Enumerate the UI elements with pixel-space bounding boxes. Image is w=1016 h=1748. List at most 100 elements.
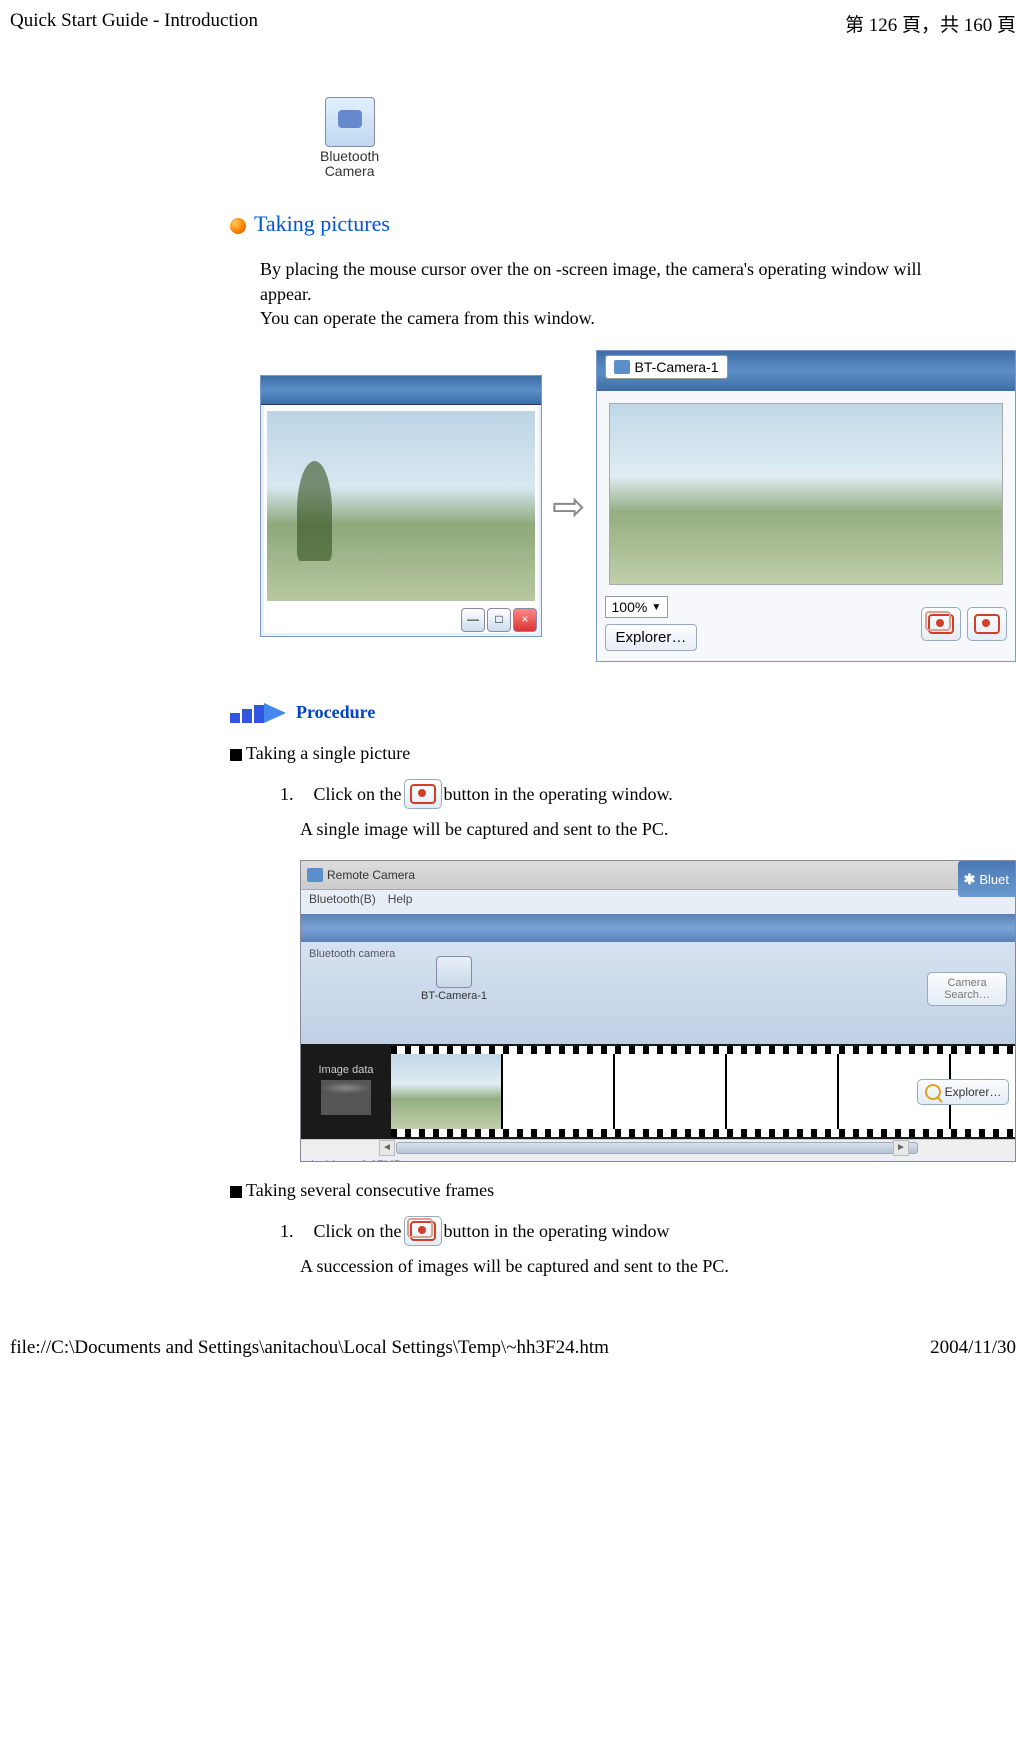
zoom-dropdown[interactable]: 100% ▼ <box>605 596 669 618</box>
footer-date: 2004/11/30 <box>930 1337 1016 1359</box>
multi-shot-button[interactable] <box>921 607 961 641</box>
chevron-down-icon: ▼ <box>651 602 661 613</box>
desktop-icon-block: Bluetooth Camera <box>320 97 1016 181</box>
procedure-title: Procedure <box>296 702 375 722</box>
camera-search-button[interactable]: Camera Search… <box>927 972 1007 1006</box>
magnifier-icon <box>925 1084 941 1100</box>
multi-camera-icon <box>410 1221 436 1241</box>
camera-icon <box>325 97 375 147</box>
intro-line2: appear. <box>260 282 1016 306</box>
sub2-result: A succession of images will be captured … <box>300 1256 1016 1277</box>
single-shot-button[interactable] <box>967 607 1007 641</box>
single-camera-icon <box>410 784 436 804</box>
procedure-icon <box>230 705 290 723</box>
small-preview-window: — □ × <box>260 375 542 637</box>
rc-title-text: Remote Camera <box>327 868 415 882</box>
frame-thumbnail[interactable] <box>391 1054 503 1129</box>
bluetooth-badge: ✱ Bluet <box>958 861 1015 897</box>
step-text-pre: Click on the <box>314 784 402 805</box>
large-operating-window: BT-Camera-1 100% ▼ Explorer… <box>596 350 1016 662</box>
sub1-step1: 1. Click on the button in the operating … <box>280 779 1016 809</box>
small-window-titlebar <box>261 376 541 405</box>
rc-titlebar: Remote Camera <box>301 861 1015 890</box>
search-btn-l2: Search… <box>932 989 1002 1001</box>
rc-title-icon <box>307 868 323 882</box>
sub1-result: A single image will be captured and sent… <box>300 819 1016 840</box>
explorer-text: Explorer… <box>945 1085 1002 1099</box>
step-text-post: button in the operating window <box>444 1221 670 1242</box>
multi-camera-icon <box>928 614 954 634</box>
window-control-buttons: — □ × <box>461 608 537 632</box>
arrow-right-icon: ⇨ <box>552 483 586 530</box>
zoom-value: 100% <box>612 599 648 615</box>
doc-title: Quick Start Guide - Introduction <box>10 10 258 37</box>
footer-path: file://C:\Documents and Settings\anitach… <box>10 1337 609 1359</box>
large-preview-image <box>609 403 1003 585</box>
disk-stack-icon <box>321 1080 371 1115</box>
content-area: Bluetooth Camera Taking pictures By plac… <box>230 47 1016 1277</box>
sub2-steps: 1. Click on the button in the operating … <box>280 1216 1016 1246</box>
minimize-button[interactable]: — <box>461 608 485 632</box>
section-title: Taking pictures <box>254 211 390 236</box>
sub2-title: Taking several consecutive frames <box>246 1180 494 1200</box>
subsection-consecutive-frames: Taking several consecutive frames <box>230 1180 1016 1201</box>
frame-empty <box>727 1054 839 1129</box>
camera-title-pill: BT-Camera-1 <box>605 355 728 379</box>
menu-help[interactable]: Help <box>388 892 413 912</box>
multi-shot-inline-button[interactable] <box>404 1216 442 1246</box>
menu-bluetooth[interactable]: Bluetooth(B) <box>309 892 376 912</box>
bluetooth-camera-desktop-icon[interactable]: Bluetooth Camera <box>320 97 379 180</box>
intro-line1: By placing the mouse cursor over the on … <box>260 257 1016 281</box>
single-shot-inline-button[interactable] <box>404 779 442 809</box>
search-btn-l1: Camera <box>932 977 1002 989</box>
procedure-header: Procedure <box>230 702 1016 723</box>
camera-name-label: BT-Camera-1 <box>635 359 719 375</box>
explorer-button[interactable]: Explorer… <box>605 624 698 651</box>
page-indicator: 第 126 頁，共 160 頁 <box>845 10 1016 37</box>
scroll-left-arrow[interactable]: ◄ <box>379 1140 395 1156</box>
frame-empty <box>503 1054 615 1129</box>
device-label: BT-Camera-1 <box>421 990 487 1002</box>
icon-label-line2: Camera <box>320 164 379 179</box>
operating-window-controls: 100% ▼ Explorer… <box>605 596 1007 651</box>
orange-bullet-icon <box>230 218 246 234</box>
rc-camera-band: Bluetooth camera BT-Camera-1 Camera Sear… <box>301 942 1015 1044</box>
sub2-step1: 1. Click on the button in the operating … <box>280 1216 1016 1246</box>
square-bullet-icon <box>230 749 242 761</box>
single-camera-icon <box>974 614 1000 634</box>
horizontal-scrollbar[interactable]: ◄ ► <box>301 1139 1015 1156</box>
step-text-pre: Click on the <box>314 1221 402 1242</box>
page-header: Quick Start Guide - Introduction 第 126 頁… <box>0 0 1016 47</box>
comparison-screenshot: — □ × ⇨ BT-Camera-1 100% ▼ <box>260 350 1016 662</box>
rc-filmstrip: Image data Explorer… <box>301 1044 1015 1139</box>
intro-paragraph: By placing the mouse cursor over the on … <box>260 257 1016 330</box>
image-data-stack: Image data <box>301 1064 391 1119</box>
rc-menubar: Bluetooth(B) Help <box>301 890 1015 914</box>
step-number: 1. <box>280 1221 294 1242</box>
filmstrip-explorer-button[interactable]: Explorer… <box>917 1079 1009 1105</box>
close-button[interactable]: × <box>513 608 537 632</box>
scroll-right-arrow[interactable]: ► <box>893 1140 909 1156</box>
sub1-title: Taking a single picture <box>246 743 410 763</box>
camera-mini-icon <box>614 360 630 374</box>
bt-camera-device-icon[interactable]: BT-Camera-1 <box>421 956 487 1002</box>
device-icon <box>436 956 472 988</box>
page-footer: file://C:\Documents and Settings\anitach… <box>0 1327 1016 1369</box>
step-text-post: button in the operating window. <box>444 784 673 805</box>
icon-label-line1: Bluetooth <box>320 149 379 164</box>
scrollbar-thumb[interactable] <box>396 1142 918 1154</box>
step-number: 1. <box>280 784 294 805</box>
square-bullet-icon <box>230 1186 242 1198</box>
band-label: Bluetooth camera <box>309 948 1007 960</box>
remote-camera-screenshot: Remote Camera Bluetooth(B) Help ✱ Bluet … <box>300 860 1016 1162</box>
frame-empty <box>615 1054 727 1129</box>
subsection-single-picture: Taking a single picture <box>230 743 1016 764</box>
rc-toolbar: ✱ Bluet <box>301 914 1015 942</box>
maximize-button[interactable]: □ <box>487 608 511 632</box>
stack-label: Image data <box>301 1064 391 1076</box>
bluet-text: Bluet <box>979 872 1009 887</box>
small-window-image <box>267 411 535 601</box>
intro-line3: You can operate the camera from this win… <box>260 306 1016 330</box>
rc-status-bar: 1 objects 0.07MB <box>301 1156 1015 1162</box>
section-header: Taking pictures <box>230 211 1016 237</box>
